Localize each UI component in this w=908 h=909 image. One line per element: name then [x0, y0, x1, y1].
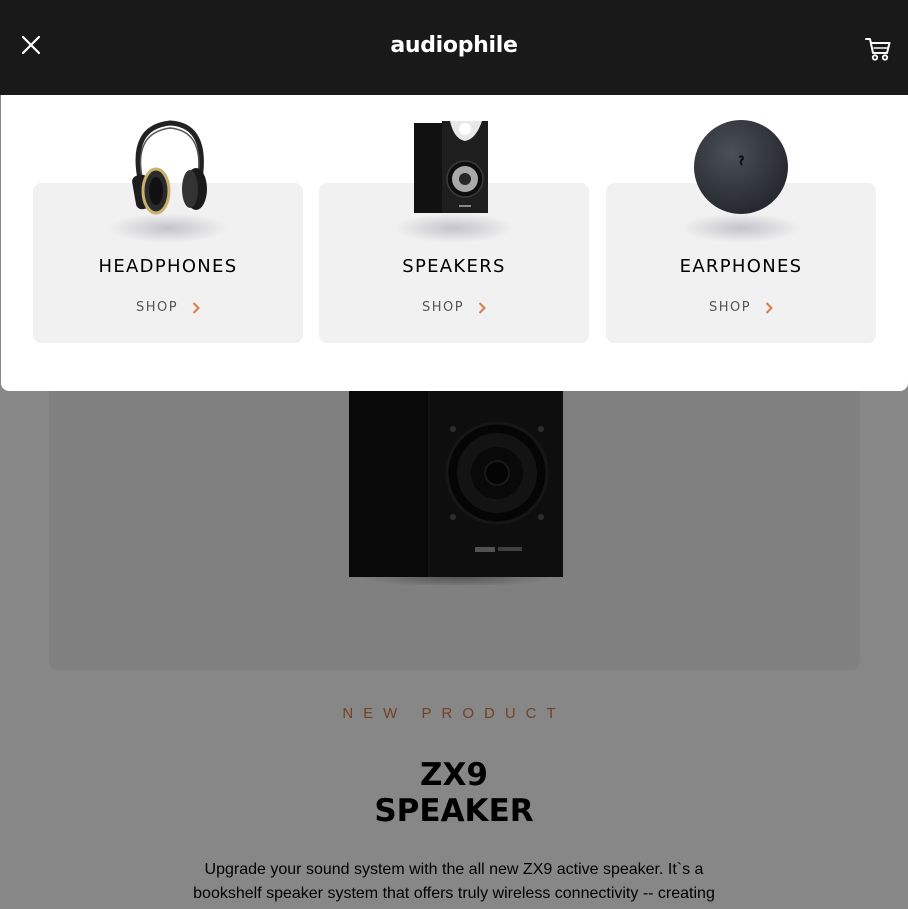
shop-link-speakers[interactable]: SHOP [319, 300, 589, 315]
card-shadow [681, 213, 801, 243]
category-card-speakers[interactable]: SPEAKERS SHOP [319, 121, 589, 343]
category-card-earphones[interactable]: EARPHONES SHOP [606, 120, 876, 343]
shop-link-headphones[interactable]: SHOP [33, 300, 303, 315]
category-name: HEADPHONES [98, 256, 238, 277]
category-name: SPEAKERS [402, 256, 506, 277]
category-card-headphones[interactable]: HEADPHONES SHOP [33, 120, 303, 343]
card-shadow [394, 213, 514, 243]
cart-icon [865, 38, 891, 61]
earphones-image [694, 120, 788, 214]
shop-label: SHOP [135, 300, 179, 315]
chevron-right-icon [478, 301, 486, 314]
shop-label: SHOP [708, 300, 752, 315]
site-header: audiophile [0, 0, 908, 95]
speaker-image [414, 121, 488, 213]
chevron-right-icon [765, 301, 773, 314]
headphones-image [132, 120, 207, 215]
chevron-right-icon [192, 301, 200, 314]
cart-button[interactable] [864, 36, 892, 62]
shop-link-earphones[interactable]: SHOP [606, 300, 876, 315]
category-menu: HEADPHONES SHOP SPEAKERS SHOP EARPHONES … [1, 95, 908, 391]
category-name: EARPHONES [679, 256, 803, 277]
logo[interactable]: audiophile [0, 33, 908, 58]
shop-label: SHOP [421, 300, 465, 315]
